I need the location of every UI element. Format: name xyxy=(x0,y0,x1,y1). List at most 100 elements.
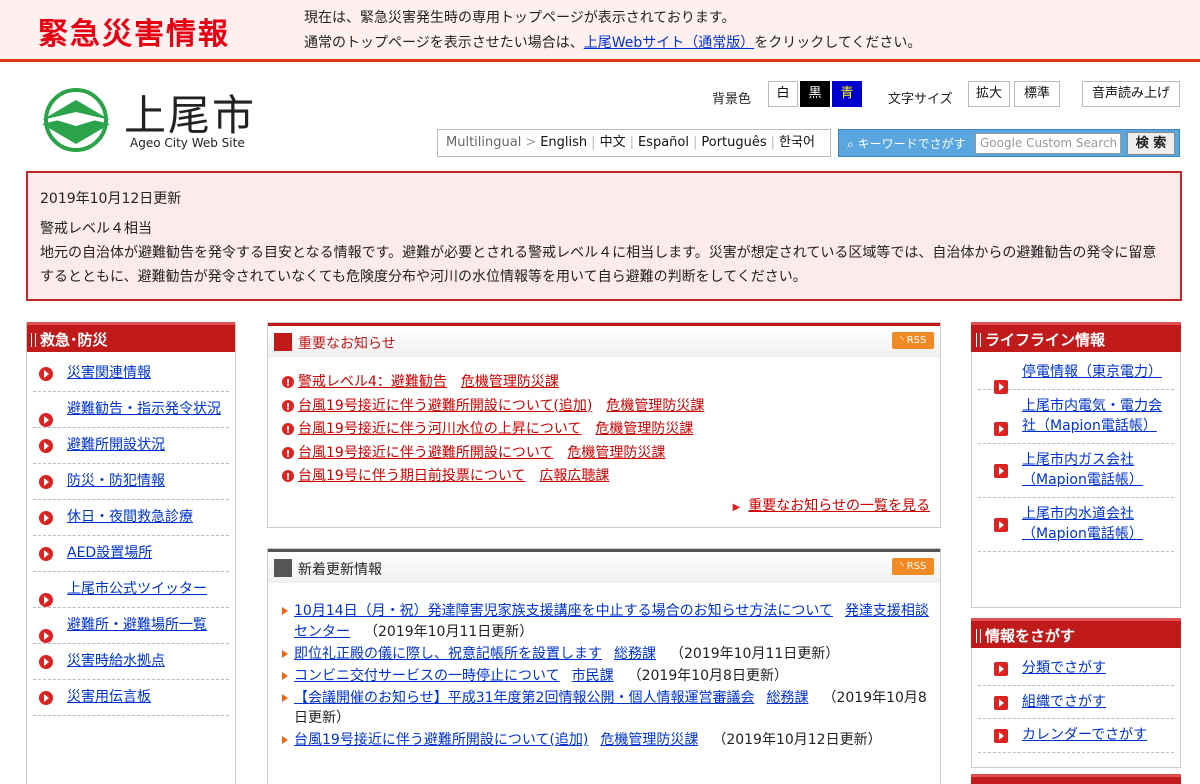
lifeline-item[interactable]: 上尾市内ガス会社（Mapion電話帳） xyxy=(978,444,1174,498)
bg-white-button[interactable]: 白 xyxy=(768,81,798,107)
notice-dept-link[interactable]: 危機管理防災課 xyxy=(595,421,693,437)
search-label-text: キーワードでさがす xyxy=(857,137,966,151)
arrow-right-icon xyxy=(39,367,53,381)
triangle-right-icon xyxy=(282,693,288,702)
font-size-large-button[interactable]: 拡大 xyxy=(968,81,1010,107)
important-notice-item: 台風19号接近に伴う避難所開設について(追加) 危機管理防災課 xyxy=(280,395,704,419)
news-link[interactable]: 台風19号接近に伴う避難所開設について(追加) xyxy=(294,732,588,748)
sidebar-item-label[interactable]: 避難所開設状況 xyxy=(67,437,165,453)
lifeline-item-label[interactable]: 停電情報（東京電力） xyxy=(1022,364,1162,380)
arrow-right-icon xyxy=(39,475,53,489)
warning-icon xyxy=(282,419,294,443)
sidebar-item-label[interactable]: 避難勧告・指示発令状況 xyxy=(67,401,221,417)
sidebar-item[interactable]: 災害時給水拠点 xyxy=(33,644,229,680)
notice-dept-link[interactable]: 危機管理防災課 xyxy=(606,398,704,414)
sidebar-item[interactable]: 災害関連情報 xyxy=(33,356,229,392)
news-date: （2019年10月12日更新） xyxy=(712,732,882,748)
sidebar-item[interactable]: AED設置場所 xyxy=(33,536,229,572)
lang-korean-link[interactable]: 한국어 xyxy=(779,135,815,150)
lang-portuguese-link[interactable]: Português xyxy=(701,135,766,150)
notice-dept-link[interactable]: 危機管理防災課 xyxy=(461,374,559,390)
search-box: ⌕ キーワードでさがす Google Custom Search 検 索 xyxy=(838,129,1180,157)
news-item: 台風19号接近に伴う避難所開設について(追加) 危機管理防災課 （2019年10月1… xyxy=(280,730,932,751)
news-link[interactable]: 【会議開催のお知らせ】平成31年度第2回情報公開・個人情報運営審議会 xyxy=(294,690,754,706)
sidebar-item-label[interactable]: 災害用伝言板 xyxy=(67,689,151,705)
notice-icon xyxy=(274,333,292,351)
lang-chinese-link[interactable]: 中文 xyxy=(600,135,626,150)
notice-link[interactable]: 台風19号接近に伴う河川水位の上昇について xyxy=(298,421,581,437)
notice-dept-link[interactable]: 広報広聴課 xyxy=(539,468,609,484)
warning-icon xyxy=(282,396,294,419)
normal-site-link[interactable]: 上尾Webサイト（通常版） xyxy=(584,35,755,51)
arrow-right-icon xyxy=(994,695,1008,710)
lifeline-item-label[interactable]: 上尾市内電気・電力会社（Mapion電話帳） xyxy=(1022,398,1162,435)
sidebar-item[interactable]: 上尾市公式ツイッター xyxy=(33,572,229,608)
find-item[interactable]: 分類でさがす xyxy=(978,652,1174,686)
alert-box: 2019年10月12日更新 警戒レベル４相当 地元の自治体が避難勧告を発令する目… xyxy=(26,171,1182,301)
sidebar-item-label[interactable]: 災害関連情報 xyxy=(67,365,151,381)
arrow-right-icon xyxy=(39,691,53,705)
sidebar-item[interactable]: 避難所開設状況 xyxy=(33,428,229,464)
background-color-label: 背景色 xyxy=(712,92,752,107)
rss-button[interactable]: ◝ RSS xyxy=(892,558,934,575)
news-link[interactable]: 即位礼正殿の儀に際し、祝意記帳所を設置します xyxy=(294,646,602,662)
notice-link[interactable]: 台風19号接近に伴う避難所開設について xyxy=(298,445,553,461)
site-logo[interactable]: 上尾市 Ageo City Web Site xyxy=(38,86,278,156)
important-notices-more-link[interactable]: 重要なお知らせの一覧を見る xyxy=(748,498,930,514)
important-notices-more[interactable]: ▶ 重要なお知らせの一覧を見る xyxy=(733,495,930,515)
rss-button[interactable]: ◝ RSS xyxy=(892,332,934,349)
rss-icon: ◝ xyxy=(899,561,904,572)
sidebar-item[interactable]: 避難勧告・指示発令状況 xyxy=(33,392,229,428)
sidebar-item[interactable]: 休日・夜間救急診療 xyxy=(33,500,229,536)
bg-black-button[interactable]: 黒 xyxy=(800,81,830,107)
lifeline-item[interactable]: 停電情報（東京電力） xyxy=(978,356,1174,394)
notice-link[interactable]: 台風19号接近に伴う避難所開設について(追加) xyxy=(298,398,592,414)
font-size-standard-button[interactable]: 標準 xyxy=(1014,81,1060,107)
notice-dept-link[interactable]: 危機管理防災課 xyxy=(567,445,665,461)
font-size-label: 文字サイズ xyxy=(888,92,953,107)
rss-label: RSS xyxy=(906,335,927,346)
logo-name: 上尾市 xyxy=(124,91,257,140)
news-link[interactable]: コンビニ交付サービスの一時停止について xyxy=(294,668,560,684)
news-item: 10月14日（月・祝）発達障害児家族支援講座を中止する場合のお知らせ方法について… xyxy=(280,601,932,642)
find-item-label[interactable]: 組織でさがす xyxy=(1022,694,1106,710)
news-dept-link[interactable]: 総務課 xyxy=(766,690,808,706)
search-button[interactable]: 検 索 xyxy=(1127,132,1175,155)
important-notice-item: 台風19号接近に伴う避難所開設について危機管理防災課 xyxy=(280,442,704,466)
sidebar-item-label[interactable]: 災害時給水拠点 xyxy=(67,653,165,669)
notice-link[interactable]: 警戒レベル4：避難勧告 xyxy=(298,374,447,390)
arrow-right-icon xyxy=(994,662,1008,676)
news-dept-link[interactable]: 総務課 xyxy=(614,646,656,662)
separator: | xyxy=(591,135,596,150)
find-item[interactable]: カレンダーでさがす xyxy=(978,719,1174,753)
news-dept-link[interactable]: 危機管理防災課 xyxy=(600,732,698,748)
sidebar-item[interactable]: 避難所・避難場所一覧 xyxy=(33,608,229,644)
find-item[interactable]: 組織でさがす xyxy=(978,686,1174,719)
voice-reading-button[interactable]: 音声読み上げ xyxy=(1082,81,1180,107)
sidebar-item-label[interactable]: 避難所・避難場所一覧 xyxy=(67,617,207,633)
lifeline-item[interactable]: 上尾市内電気・電力会社（Mapion電話帳） xyxy=(978,390,1174,444)
lifeline-item[interactable]: 上尾市内水道会社（Mapion電話帳） xyxy=(978,498,1174,552)
sidebar-item-label[interactable]: 防災・防犯情報 xyxy=(67,473,165,489)
find-item-label[interactable]: 分類でさがす xyxy=(1022,660,1106,676)
notice-link[interactable]: 台風19号に伴う期日前投票について xyxy=(298,468,525,484)
sidebar-item-label[interactable]: 上尾市公式ツイッター xyxy=(67,581,207,597)
find-item-label[interactable]: カレンダーでさがす xyxy=(1022,727,1147,743)
find-info-heading: 情報をさがす xyxy=(971,618,1181,648)
lang-spanish-link[interactable]: Español xyxy=(638,135,689,150)
bg-blue-button[interactable]: 青 xyxy=(832,81,862,107)
news-item: 即位礼正殿の儀に際し、祝意記帳所を設置します 総務課 （2019年10月11日更新） xyxy=(280,644,932,665)
lifeline-item-label[interactable]: 上尾市内水道会社（Mapion電話帳） xyxy=(1022,506,1143,543)
sidebar-item-label[interactable]: 休日・夜間救急診療 xyxy=(67,509,193,525)
arrow-right-icon xyxy=(994,463,1008,478)
news-link[interactable]: 10月14日（月・祝）発達障害児家族支援講座を中止する場合のお知らせ方法について xyxy=(294,603,833,619)
sidebar-item-label[interactable]: AED設置場所 xyxy=(67,545,152,561)
lifeline-item-label[interactable]: 上尾市内ガス会社（Mapion電話帳） xyxy=(1022,452,1143,489)
sidebar-item[interactable]: 防災・防犯情報 xyxy=(33,464,229,500)
warning-icon xyxy=(282,466,294,490)
news-dept-link[interactable]: 市民課 xyxy=(572,668,614,684)
sidebar-item[interactable]: 災害用伝言板 xyxy=(33,680,229,716)
search-input[interactable]: Google Custom Search xyxy=(975,133,1121,154)
emergency-message-2: 通常のトップページを表示させたい場合は、上尾Webサイト（通常版）をクリックして… xyxy=(304,32,921,52)
lang-english-link[interactable]: English xyxy=(540,135,587,150)
